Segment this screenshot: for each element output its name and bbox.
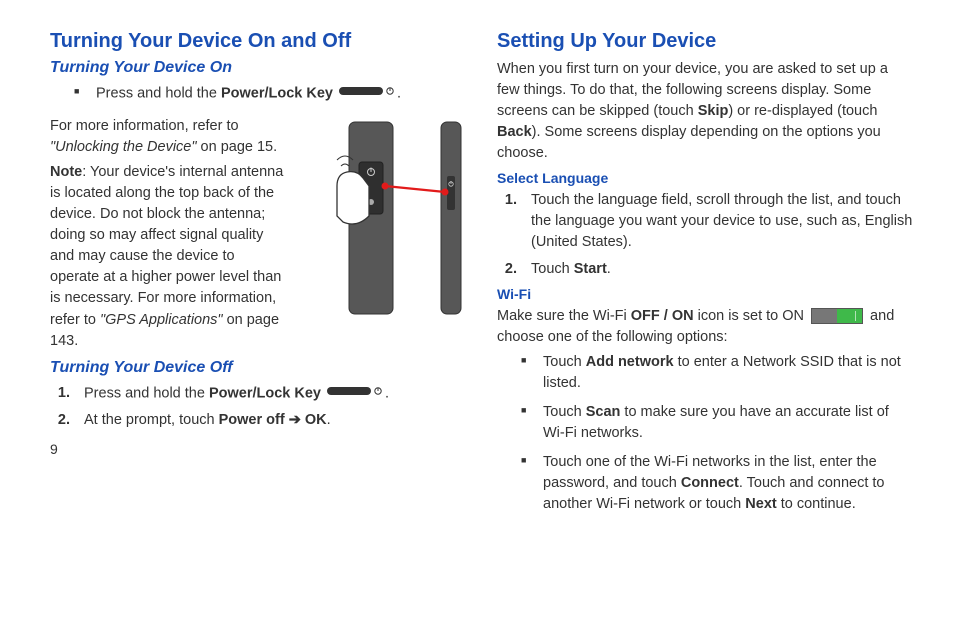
start-label: Start [574,261,607,277]
wifi-options: Touch Add network to enter a Network SSI… [497,352,914,515]
next-label: Next [745,496,776,512]
ref-gps: "GPS Applications" [100,312,223,328]
text: icon is set to ON [694,308,808,324]
wifi-intro: Make sure the Wi-Fi OFF / ON icon is set… [497,306,914,348]
text: . [327,412,331,428]
wifi-option-connect: Touch one of the Wi-Fi networks in the l… [521,452,914,515]
power-key-icon [327,383,383,404]
heading-setting-up: Setting Up Your Device [497,30,914,53]
text: to continue. [777,496,856,512]
language-step-1: Touch the language field, scroll through… [521,190,914,253]
arrow-icon: ➔ [285,412,305,428]
left-column: Turning Your Device On and Off Turning Y… [50,30,467,616]
text: Press and hold the [96,85,221,101]
back-label: Back [497,124,532,140]
info-and-figure-wrap: For more information, refer to "Unlockin… [50,112,467,354]
text: Make sure the Wi-Fi [497,308,631,324]
period: . [385,385,389,401]
turn-on-step: Press and hold the Power/Lock Key . [74,83,467,104]
text: Press and hold the [84,385,209,401]
wifi-option-scan: Touch Scan to make sure you have an accu… [521,402,914,444]
wifi-on-switch-icon [811,308,863,324]
turn-on-steps: Press and hold the Power/Lock Key . [50,83,467,104]
note-body: : Your device's internal antenna is loca… [50,164,283,327]
period: . [397,85,401,101]
text: Touch [531,261,574,277]
power-off-label: Power off [219,412,285,428]
note-label: Note [50,164,82,180]
turn-off-step-1: Press and hold the Power/Lock Key . [74,383,467,404]
setup-intro: When you first turn on your device, you … [497,59,914,164]
language-steps: Touch the language field, scroll through… [497,190,914,280]
power-lock-key-label: Power/Lock Key [209,385,321,401]
text: on page 15. [197,139,278,155]
turn-off-steps: Press and hold the Power/Lock Key . At t… [50,383,467,431]
right-column: Setting Up Your Device When you first tu… [497,30,914,616]
text: At the prompt, touch [84,412,219,428]
heading-turning-on-off: Turning Your Device On and Off [50,30,467,53]
wifi-option-add-network: Touch Add network to enter a Network SSI… [521,352,914,394]
subheading-select-language: Select Language [497,170,914,186]
ref-unlocking: "Unlocking the Device" [50,139,197,155]
text: ) or re-displayed (touch [728,103,877,119]
connect-label: Connect [681,475,739,491]
subheading-turning-off: Turning Your Device Off [50,359,467,377]
ok-label: OK [305,412,327,428]
power-lock-key-label: Power/Lock Key [221,85,333,101]
device-power-figure [297,116,467,316]
text: ). Some screens display depending on the… [497,124,881,161]
subheading-wifi: Wi-Fi [497,286,914,302]
manual-page: Turning Your Device On and Off Turning Y… [0,0,954,636]
text: . [607,261,611,277]
text: For more information, refer to [50,118,239,134]
turn-off-step-2: At the prompt, touch Power off ➔ OK. [74,410,467,431]
language-step-2: Touch Start. [521,259,914,280]
power-key-icon [339,83,395,104]
skip-label: Skip [698,103,729,119]
off-on-label: OFF / ON [631,308,694,324]
text: Touch [543,354,586,370]
subheading-turning-on: Turning Your Device On [50,59,467,77]
page-number: 9 [50,441,467,457]
add-network-label: Add network [586,354,674,370]
text: Touch [543,404,586,420]
scan-label: Scan [586,404,621,420]
